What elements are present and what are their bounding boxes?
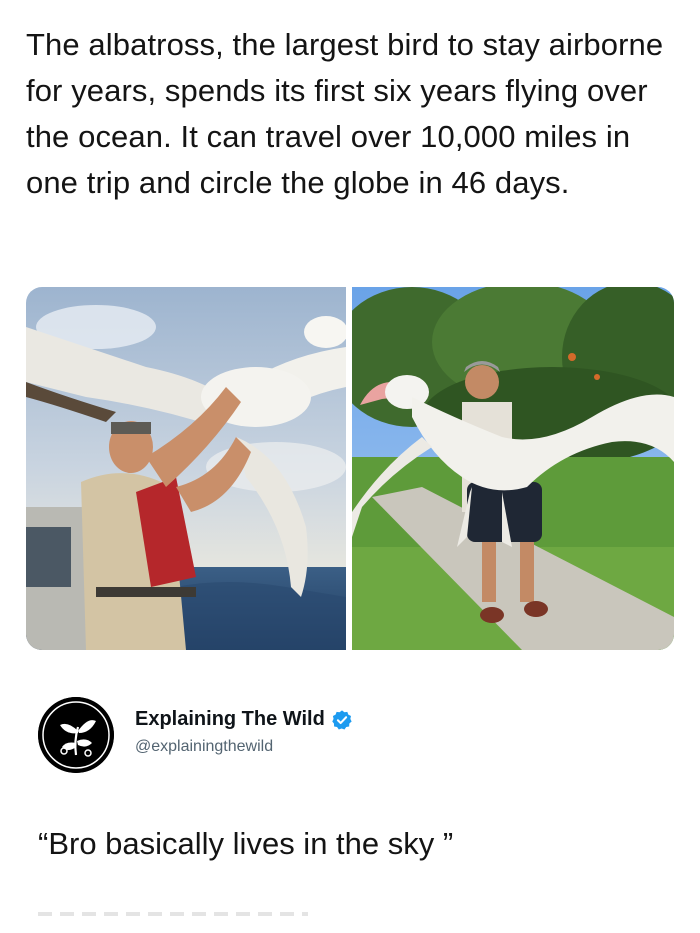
post-headline: The albatross, the largest bird to stay … bbox=[26, 27, 664, 200]
author-display-name[interactable]: Explaining The Wild bbox=[135, 708, 325, 731]
reply-text: “Bro basically lives in the sky ” bbox=[38, 826, 454, 861]
author-card[interactable]: Explaining The Wild @explainingthewild bbox=[38, 697, 638, 777]
author-name-row: Explaining The Wild bbox=[135, 708, 353, 731]
faded-timestamp-divider bbox=[38, 912, 308, 916]
media-grid bbox=[26, 287, 674, 650]
verified-badge-icon bbox=[332, 709, 352, 730]
avatar[interactable] bbox=[38, 697, 114, 773]
plant-logo-icon bbox=[38, 697, 114, 773]
author-handle[interactable]: @explainingthewild bbox=[135, 738, 273, 756]
albatross-man-lawn-photo[interactable] bbox=[352, 287, 674, 650]
albatross-ranger-photo[interactable] bbox=[26, 287, 346, 650]
